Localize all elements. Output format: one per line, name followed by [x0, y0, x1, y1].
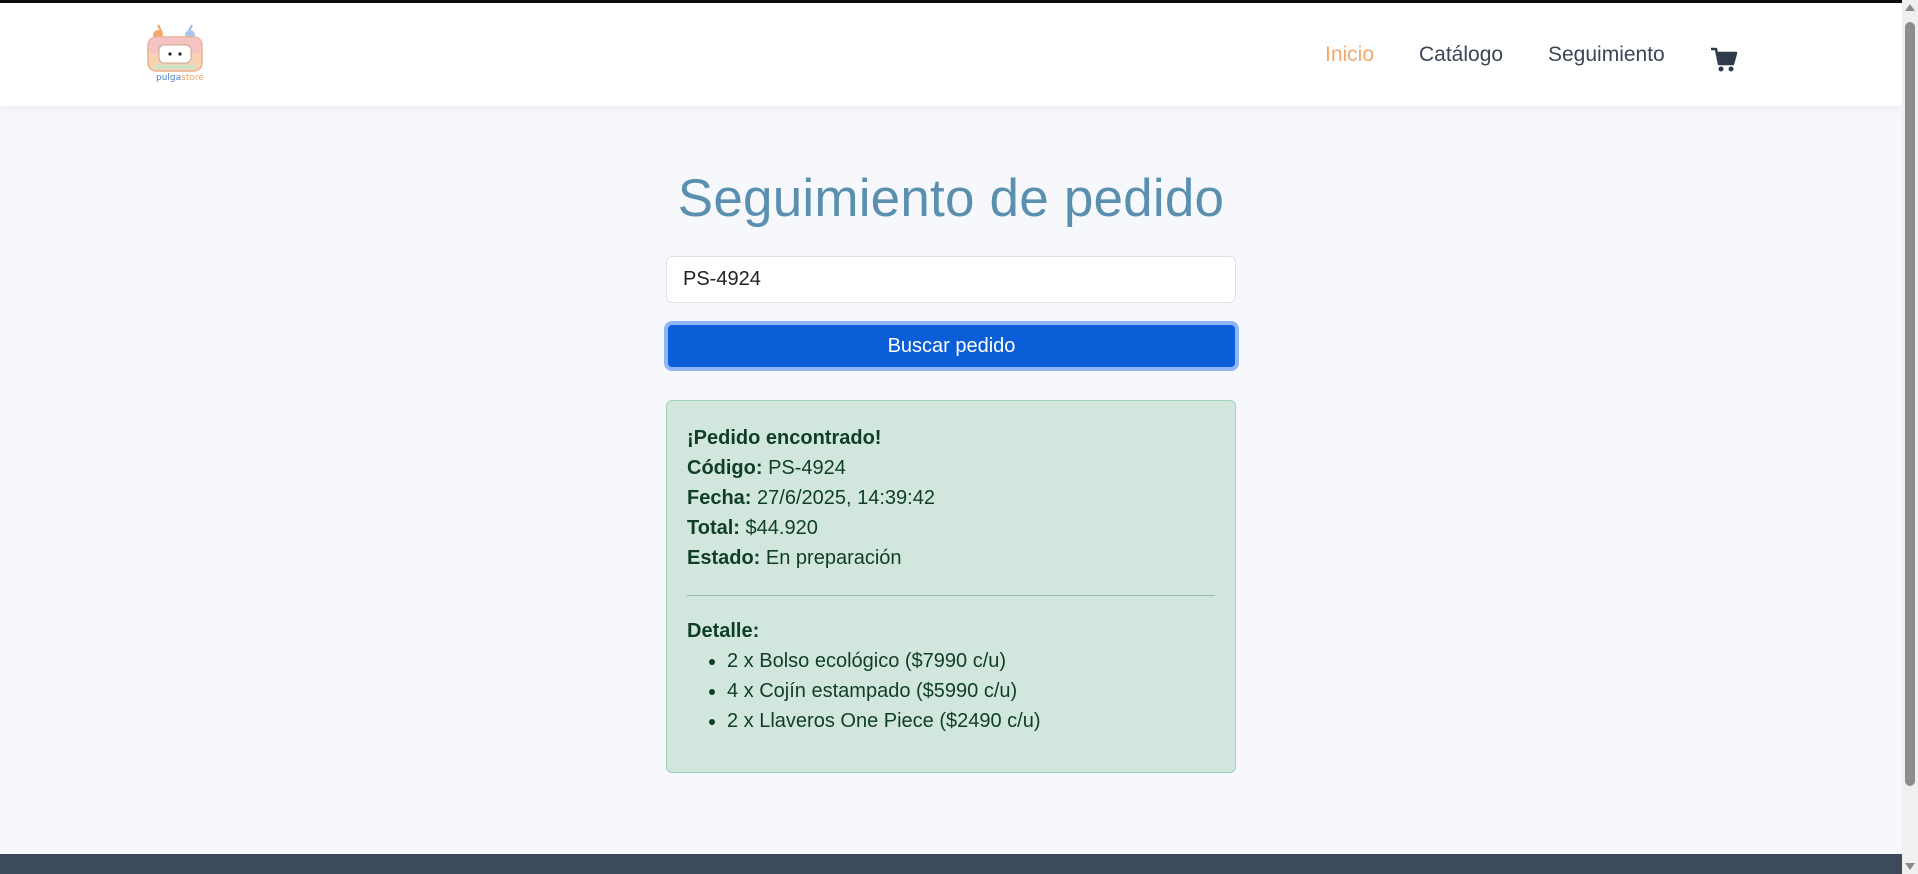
- list-item: 4 x Cojín estampado ($5990 c/u): [727, 676, 1215, 706]
- vertical-scrollbar[interactable]: [1902, 0, 1918, 874]
- scrollbar-thumb[interactable]: [1905, 22, 1915, 786]
- list-item: 2 x Bolso ecológico ($7990 c/u): [727, 646, 1215, 676]
- navbar: pulgastore Inicio Catálogo Seguimiento: [0, 3, 1902, 106]
- shopping-cart-icon[interactable]: [1710, 47, 1738, 73]
- order-date-value: 27/6/2025, 14:39:42: [757, 487, 935, 509]
- order-status-label: Estado:: [687, 547, 761, 569]
- order-date-row: Fecha: 27/6/2025, 14:39:42: [687, 483, 1215, 513]
- nav-catalogo[interactable]: Catálogo: [1419, 43, 1503, 67]
- order-code-value: PS-4924: [768, 457, 846, 479]
- order-total-label: Total:: [687, 517, 740, 539]
- order-code-input[interactable]: [666, 256, 1236, 303]
- order-status-value: En preparación: [765, 547, 902, 569]
- logo-tv-icon: [147, 24, 203, 72]
- order-code-row: Código: PS-4924: [687, 453, 1215, 483]
- order-result-card: ¡Pedido encontrado! Código: PS-4924 Fech…: [666, 400, 1236, 773]
- scroll-up-arrow-icon[interactable]: [1905, 4, 1915, 11]
- detail-label: Detalle:: [687, 620, 760, 642]
- nav-inicio[interactable]: Inicio: [1325, 43, 1374, 67]
- order-date-label: Fecha:: [687, 487, 752, 509]
- result-heading: ¡Pedido encontrado!: [687, 427, 882, 449]
- nav-seguimiento[interactable]: Seguimiento: [1548, 43, 1665, 67]
- search-order-button[interactable]: Buscar pedido: [664, 321, 1239, 371]
- order-total-row: Total: $44.920: [687, 513, 1215, 543]
- logo-text: pulgastore: [156, 73, 204, 83]
- divider: [687, 595, 1215, 596]
- page-title: Seguimiento de pedido: [677, 169, 1225, 228]
- main-content: Seguimiento de pedido Buscar pedido ¡Ped…: [0, 106, 1902, 854]
- order-total-value: $44.920: [745, 517, 818, 539]
- logo[interactable]: pulgastore: [144, 23, 206, 87]
- order-items-list: 2 x Bolso ecológico ($7990 c/u) 4 x Cojí…: [687, 646, 1215, 736]
- scroll-down-arrow-icon[interactable]: [1905, 863, 1915, 870]
- list-item: 2 x Llaveros One Piece ($2490 c/u): [727, 706, 1215, 736]
- order-status-row: Estado: En preparación: [687, 543, 1215, 573]
- order-code-label: Código:: [687, 457, 763, 479]
- footer: [0, 854, 1902, 874]
